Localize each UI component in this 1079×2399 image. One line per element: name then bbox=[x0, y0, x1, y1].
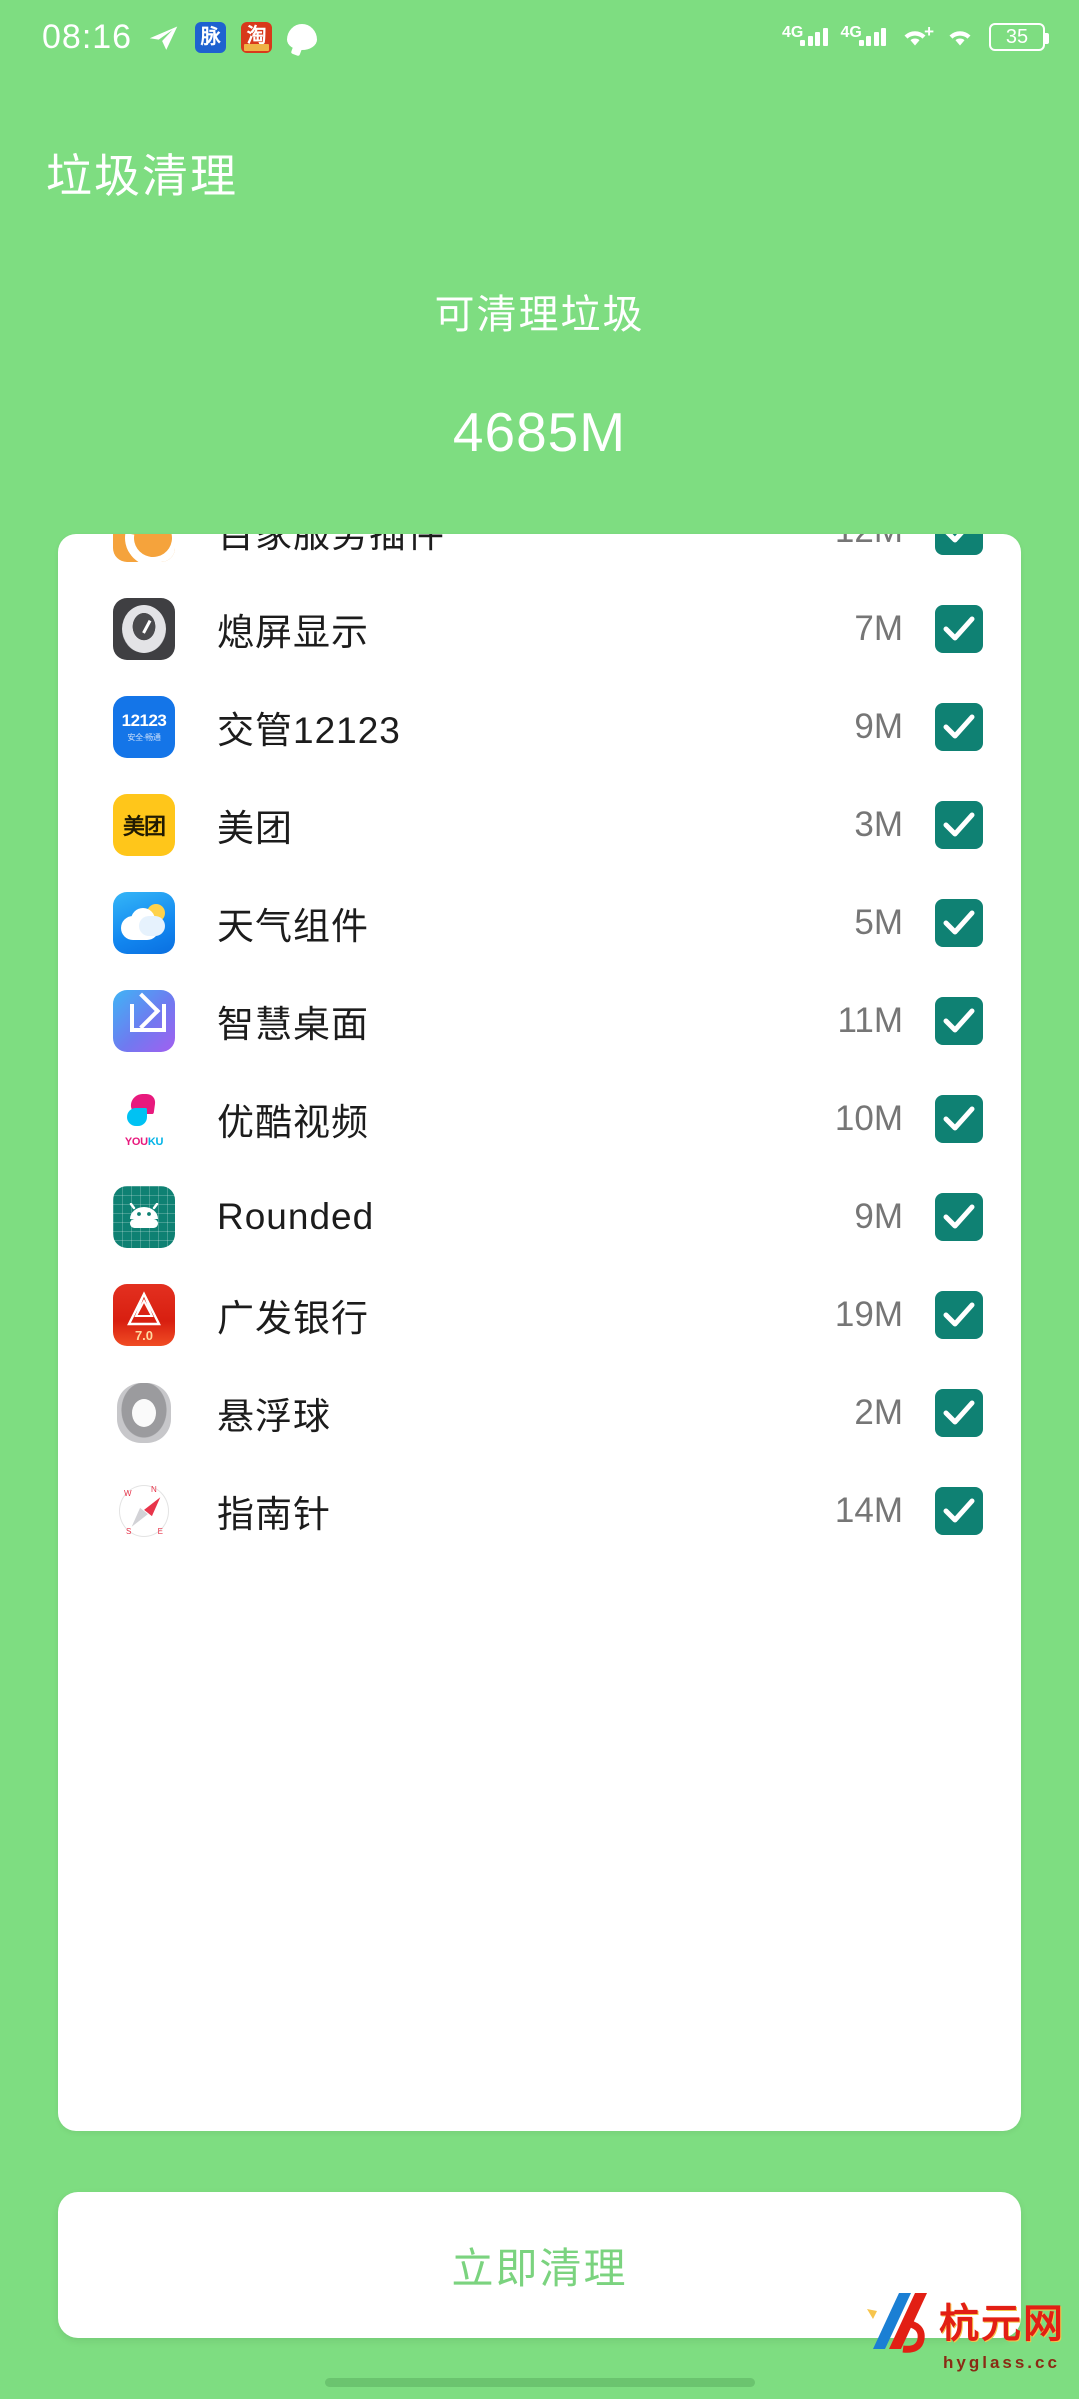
row-checkbox[interactable] bbox=[935, 1487, 983, 1535]
app-size: 19M bbox=[834, 1295, 903, 1334]
wifi-plus-icon: + bbox=[899, 22, 934, 49]
compass-label-s: S bbox=[126, 1527, 132, 1536]
clean-now-label: 立即清理 bbox=[451, 2244, 628, 2292]
table-row[interactable]: 熄屏显示 7M bbox=[58, 580, 1021, 678]
status-bar-left: 08:16 脉 淘 bbox=[42, 17, 318, 57]
page-title: 垃圾清理 bbox=[46, 150, 238, 202]
row-checkbox[interactable] bbox=[935, 1389, 983, 1437]
app-name: 交管12123 bbox=[217, 710, 401, 751]
icon-text: 美团 bbox=[122, 814, 166, 839]
row-checkbox[interactable] bbox=[935, 997, 983, 1045]
app-size: 10M bbox=[834, 1099, 903, 1138]
battery-icon: 35 bbox=[989, 23, 1049, 51]
app-name: 优酷视频 bbox=[217, 1102, 369, 1143]
app-name: 天气组件 bbox=[217, 906, 369, 947]
row-checkbox[interactable] bbox=[935, 801, 983, 849]
network-type-label-2: 4G bbox=[840, 24, 862, 41]
app-size: 2M bbox=[854, 1393, 903, 1432]
floating-ball-icon bbox=[113, 1382, 175, 1444]
signal-4g-icon-1: 4G bbox=[782, 24, 828, 46]
app-name: Rounded bbox=[217, 1196, 375, 1237]
table-row[interactable]: 百家服务插件 12M bbox=[58, 534, 1021, 580]
table-row[interactable]: N W S E 指南针 14M bbox=[58, 1462, 1021, 1560]
always-on-display-icon bbox=[113, 598, 175, 660]
jiaoguan-12123-icon: 12123 安全·畅通 bbox=[113, 696, 175, 758]
maimai-icon: 脉 bbox=[195, 21, 227, 53]
row-checkbox[interactable] bbox=[935, 1193, 983, 1241]
status-time: 08:16 bbox=[42, 17, 133, 56]
table-row[interactable]: 智慧桌面 11M bbox=[58, 972, 1021, 1070]
message-bubble-icon bbox=[287, 24, 318, 50]
app-size: 5M bbox=[854, 903, 903, 942]
meituan-icon: 美团 bbox=[113, 794, 175, 856]
compass-icon: N W S E bbox=[113, 1480, 175, 1542]
watermark: 杭元网 hyglass.cc bbox=[865, 2279, 1065, 2379]
weather-widget-icon bbox=[113, 892, 175, 954]
compass-label-e: E bbox=[157, 1527, 163, 1536]
app-name: 广发银行 bbox=[217, 1298, 369, 1339]
icon-version-badge: 7.0 bbox=[134, 1328, 154, 1343]
baijia-service-plugin-icon bbox=[113, 534, 175, 562]
row-checkbox[interactable] bbox=[935, 703, 983, 751]
junk-list-card[interactable]: 百家服务插件 12M 熄屏显示 7M 12123 安全·畅通 交管12123 9… bbox=[58, 534, 1021, 2131]
status-bar-right: 4G 4G + 35 bbox=[782, 22, 1049, 51]
app-size: 11M bbox=[837, 1001, 904, 1040]
app-size: 9M bbox=[854, 707, 903, 746]
app-name: 熄屏显示 bbox=[217, 612, 369, 653]
table-row[interactable]: 美团 美团 3M bbox=[58, 776, 1021, 874]
table-row[interactable]: 7.0 广发银行 19M bbox=[58, 1266, 1021, 1364]
app-name: 悬浮球 bbox=[217, 1396, 331, 1437]
youku-petal-blue bbox=[127, 1108, 147, 1126]
app-size: 3M bbox=[854, 805, 903, 844]
taobao-icon: 淘 bbox=[241, 21, 273, 53]
junk-list[interactable]: 百家服务插件 12M 熄屏显示 7M 12123 安全·畅通 交管12123 9… bbox=[58, 534, 1021, 1560]
signal-bars-1 bbox=[800, 28, 828, 46]
table-row[interactable]: Rounded 9M bbox=[58, 1168, 1021, 1266]
app-name: 美团 bbox=[217, 808, 293, 849]
battery-level-label: 35 bbox=[1005, 26, 1029, 48]
app-size: 7M bbox=[854, 609, 903, 648]
compass-label-n: N bbox=[151, 1485, 157, 1494]
table-row[interactable]: 12123 安全·畅通 交管12123 9M bbox=[58, 678, 1021, 776]
app-size: 12M bbox=[835, 534, 903, 551]
telegram-icon bbox=[149, 26, 178, 50]
cleanable-subtitle: 可清理垃圾 bbox=[434, 293, 645, 337]
youku-wordmark: YOUKU bbox=[113, 1136, 175, 1148]
compass-label-w: W bbox=[124, 1489, 132, 1498]
table-row[interactable]: YOUKU 优酷视频 10M bbox=[58, 1070, 1021, 1168]
cleanable-amount: 4685M bbox=[452, 401, 627, 463]
watermark-logo-icon bbox=[867, 2293, 927, 2353]
home-indicator[interactable] bbox=[324, 2378, 755, 2387]
signal-4g-icon-2: 4G bbox=[841, 24, 886, 46]
row-checkbox[interactable] bbox=[935, 605, 983, 653]
app-size: 9M bbox=[854, 1197, 903, 1236]
wifi-plus-glyph: + bbox=[924, 22, 934, 41]
smart-desktop-icon bbox=[113, 990, 175, 1052]
row-checkbox[interactable] bbox=[935, 1291, 983, 1339]
app-name: 智慧桌面 bbox=[217, 1004, 369, 1045]
watermark-url-text: hyglass.cc bbox=[943, 2353, 1060, 2372]
table-row[interactable]: 天气组件 5M bbox=[58, 874, 1021, 972]
cloud-shape-3 bbox=[139, 916, 165, 936]
app-size: 14M bbox=[834, 1491, 903, 1530]
status-bar: 08:16 脉 淘 4G 4G + 35 bbox=[0, 0, 1079, 74]
wifi-icon bbox=[944, 25, 976, 49]
rounded-android-icon bbox=[113, 1186, 175, 1248]
row-checkbox[interactable] bbox=[935, 1095, 983, 1143]
row-checkbox[interactable] bbox=[935, 534, 983, 555]
icon-text: 12123 bbox=[121, 710, 167, 730]
network-type-label-1: 4G bbox=[782, 24, 804, 41]
app-name: 指南针 bbox=[217, 1494, 331, 1535]
watermark-cn-text: 杭元网 bbox=[939, 2301, 1065, 2347]
table-row[interactable]: 悬浮球 2M bbox=[58, 1364, 1021, 1462]
signal-bars-2 bbox=[858, 28, 886, 46]
app-name: 百家服务插件 bbox=[217, 534, 445, 555]
row-checkbox[interactable] bbox=[935, 899, 983, 947]
icon-subtext: 安全·畅通 bbox=[127, 732, 161, 742]
youku-wordmark-you: YOU bbox=[124, 1136, 148, 1148]
youku-video-icon: YOUKU bbox=[113, 1088, 175, 1150]
youku-wordmark-ku: KU bbox=[147, 1136, 164, 1148]
cgb-bank-icon: 7.0 bbox=[113, 1284, 175, 1346]
